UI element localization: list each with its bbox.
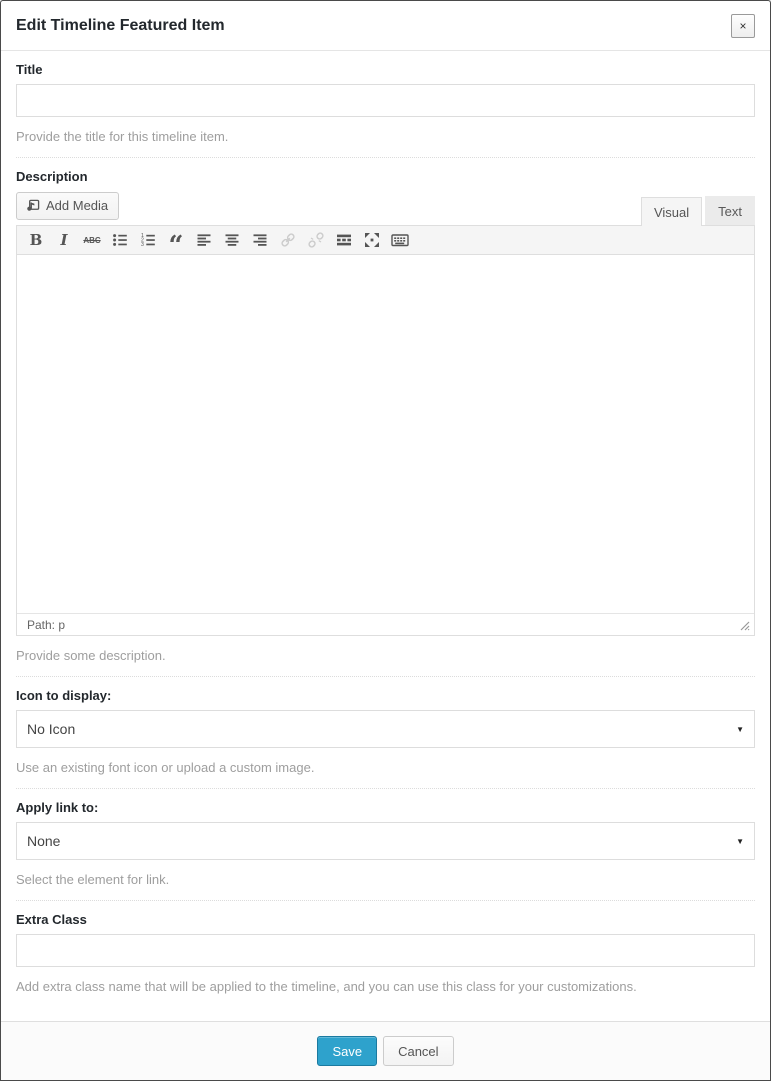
add-media-label: Add Media bbox=[46, 198, 108, 213]
title-input[interactable] bbox=[16, 84, 755, 117]
align-right-button[interactable] bbox=[247, 228, 273, 252]
link-icon bbox=[280, 232, 296, 248]
modal-header: Edit Timeline Featured Item × bbox=[1, 1, 770, 51]
fullscreen-icon bbox=[364, 232, 380, 248]
icon-help: Use an existing font icon or upload a cu… bbox=[16, 760, 755, 775]
icon-section: Icon to display: No Icon ▼ Use an existi… bbox=[16, 677, 755, 789]
align-center-button[interactable] bbox=[219, 228, 245, 252]
editor-path-status: Path: p bbox=[27, 618, 65, 632]
title-section: Title Provide the title for this timelin… bbox=[16, 51, 755, 158]
extra-class-input[interactable] bbox=[16, 934, 755, 967]
icon-label: Icon to display: bbox=[16, 688, 755, 703]
unlink-button[interactable] bbox=[303, 228, 329, 252]
cancel-button[interactable]: Cancel bbox=[383, 1036, 453, 1066]
tab-text[interactable]: Text bbox=[705, 196, 755, 225]
chevron-down-icon: ▼ bbox=[736, 725, 744, 734]
fullscreen-button[interactable] bbox=[359, 228, 385, 252]
editor-toolbar: B I ABC 1 2 3 bbox=[17, 226, 754, 255]
title-help: Provide the title for this timeline item… bbox=[16, 129, 755, 144]
icon-select[interactable]: No Icon ▼ bbox=[16, 710, 755, 748]
save-button[interactable]: Save bbox=[317, 1036, 377, 1066]
align-right-icon bbox=[252, 232, 268, 248]
modal-title: Edit Timeline Featured Item bbox=[16, 17, 225, 35]
editor-content-area[interactable] bbox=[17, 255, 754, 613]
numbered-list-button[interactable]: 1 2 3 bbox=[135, 228, 161, 252]
more-tag-icon bbox=[336, 232, 352, 248]
link-button[interactable] bbox=[275, 228, 301, 252]
blockquote-icon: “ bbox=[169, 229, 184, 251]
link-select[interactable]: None ▼ bbox=[16, 822, 755, 860]
italic-icon: I bbox=[60, 231, 67, 249]
svg-text:3: 3 bbox=[141, 242, 144, 248]
bulleted-list-icon bbox=[112, 232, 128, 248]
link-label: Apply link to: bbox=[16, 800, 755, 815]
chevron-down-icon: ▼ bbox=[736, 837, 744, 846]
description-section: Description Add Media Visual bbox=[16, 158, 755, 677]
strikethrough-icon: ABC bbox=[83, 236, 100, 245]
align-center-icon bbox=[224, 232, 240, 248]
bold-icon: B bbox=[30, 231, 43, 249]
editor-frame: B I ABC 1 2 3 bbox=[16, 225, 755, 636]
edit-timeline-featured-item-modal: Edit Timeline Featured Item × Title Prov… bbox=[0, 0, 771, 1081]
close-button[interactable]: × bbox=[731, 14, 755, 38]
add-media-button[interactable]: Add Media bbox=[16, 192, 119, 220]
numbered-list-icon: 1 2 3 bbox=[140, 232, 156, 248]
link-help: Select the element for link. bbox=[16, 872, 755, 887]
toolbar-toggle-button[interactable] bbox=[387, 228, 413, 252]
link-select-value: None bbox=[27, 833, 60, 849]
editor-media-row: Add Media Visual Text bbox=[16, 191, 755, 225]
extra-class-section: Extra Class Add extra class name that wi… bbox=[16, 901, 755, 1007]
unlink-icon bbox=[308, 232, 324, 248]
strikethrough-button[interactable]: ABC bbox=[79, 228, 105, 252]
add-media-icon bbox=[25, 198, 40, 213]
tab-visual[interactable]: Visual bbox=[641, 197, 702, 226]
align-left-icon bbox=[196, 232, 212, 248]
description-help: Provide some description. bbox=[16, 648, 755, 663]
more-tag-button[interactable] bbox=[331, 228, 357, 252]
description-label: Description bbox=[16, 169, 755, 184]
bold-button[interactable]: B bbox=[23, 228, 49, 252]
editor-tabs: Visual Text bbox=[638, 196, 755, 225]
modal-footer: Save Cancel bbox=[1, 1021, 770, 1080]
toolbar-toggle-icon bbox=[391, 232, 409, 248]
link-section: Apply link to: None ▼ Select the element… bbox=[16, 789, 755, 901]
title-label: Title bbox=[16, 62, 755, 77]
blockquote-button[interactable]: “ bbox=[163, 228, 189, 252]
bulleted-list-button[interactable] bbox=[107, 228, 133, 252]
icon-select-value: No Icon bbox=[27, 721, 75, 737]
editor-statusbar: Path: p bbox=[17, 613, 754, 635]
extra-class-label: Extra Class bbox=[16, 912, 755, 927]
modal-body: Title Provide the title for this timelin… bbox=[1, 51, 770, 1021]
align-left-button[interactable] bbox=[191, 228, 217, 252]
editor-resize-handle[interactable] bbox=[738, 619, 750, 631]
extra-class-help: Add extra class name that will be applie… bbox=[16, 979, 755, 994]
italic-button[interactable]: I bbox=[51, 228, 77, 252]
close-icon: × bbox=[739, 19, 746, 33]
